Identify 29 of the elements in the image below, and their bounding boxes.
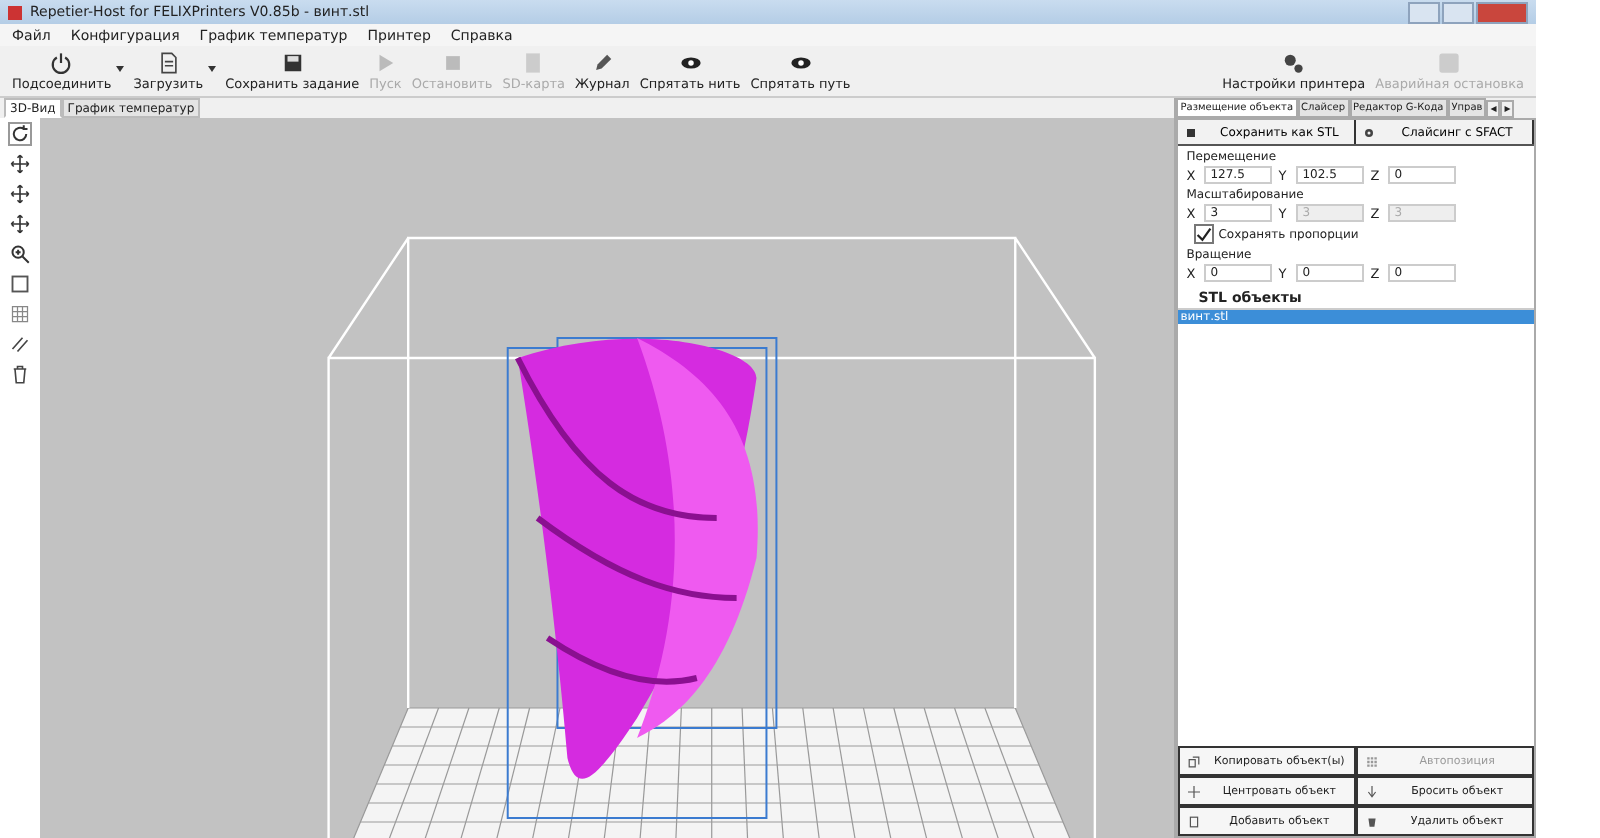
zoom-icon[interactable] [10, 244, 30, 264]
rotate-icon[interactable] [10, 124, 30, 144]
stop-icon [1438, 51, 1461, 73]
caret-icon [207, 65, 216, 71]
save-icon [1186, 127, 1197, 137]
trash-icon[interactable] [10, 364, 30, 384]
grid-icon [1366, 755, 1379, 767]
close-button[interactable] [1476, 1, 1528, 23]
drop-icon [1366, 785, 1379, 797]
pencil-icon [591, 51, 614, 73]
checkbox[interactable] [1194, 224, 1215, 244]
gears-icon [1282, 51, 1305, 73]
lines-icon[interactable] [10, 334, 30, 354]
caret-icon [115, 65, 124, 71]
move-z-icon[interactable] [10, 214, 30, 234]
trash-icon [1366, 815, 1379, 827]
gear-icon [1364, 127, 1375, 137]
stop-icon [441, 51, 463, 73]
power-icon [50, 51, 73, 73]
save-icon [281, 51, 304, 73]
app-icon [8, 5, 22, 19]
play-icon [374, 51, 397, 73]
copy-icon [1188, 755, 1201, 767]
move-icon[interactable] [10, 154, 30, 174]
frame-icon[interactable] [10, 274, 30, 294]
move-xy-icon[interactable] [10, 184, 30, 204]
center-icon [1188, 785, 1201, 797]
grid-icon[interactable] [10, 304, 30, 324]
file-icon [157, 51, 180, 73]
